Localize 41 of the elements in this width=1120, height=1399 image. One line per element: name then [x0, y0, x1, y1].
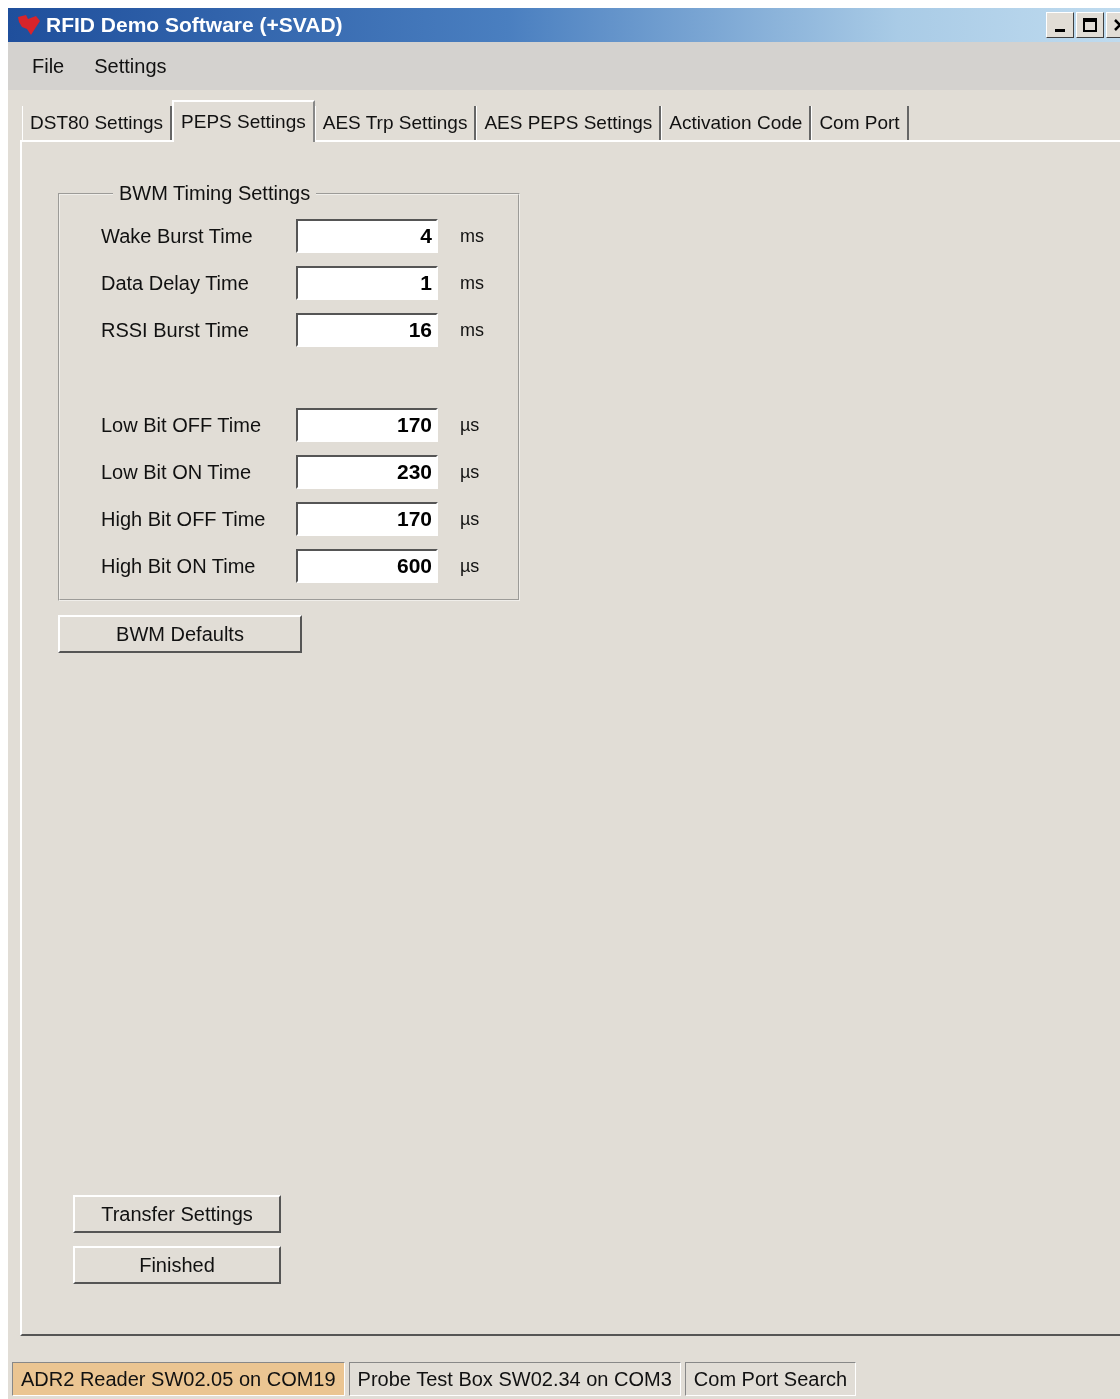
minimize-button[interactable] — [1046, 12, 1074, 38]
menu-item[interactable]: Settings — [86, 54, 175, 78]
unit-label: ms — [460, 225, 484, 247]
tab[interactable]: Com Port — [811, 106, 909, 140]
menu-item[interactable]: File — [24, 54, 73, 78]
unit-label: ms — [460, 272, 484, 294]
field-label: High Bit OFF Time — [101, 507, 267, 531]
unit-label: ms — [460, 319, 484, 341]
maximize-icon — [1083, 18, 1097, 32]
tab[interactable]: AES Trp Settings — [314, 106, 477, 140]
input-field[interactable]: 170 — [296, 502, 438, 536]
unit-label: µs — [460, 414, 480, 436]
defaults-button[interactable]: BWM Defaults — [58, 615, 302, 653]
group-title: BWM Timing Settings — [118, 182, 312, 205]
input-field[interactable]: 230 — [296, 455, 438, 489]
window-title: RFID Demo Software (+SVAD) — [46, 13, 344, 37]
field-label: Low Bit ON Time — [101, 460, 253, 484]
unit-label: µs — [460, 508, 480, 530]
action-button[interactable]: Transfer Settings — [73, 1195, 281, 1233]
field-label: RSSI Burst Time — [101, 318, 250, 342]
maximize-button[interactable] — [1076, 12, 1104, 38]
tab[interactable]: AES PEPS Settings — [476, 106, 662, 140]
input-field[interactable]: 600 — [296, 549, 438, 583]
input-field[interactable]: 4 — [296, 219, 438, 253]
unit-label: µs — [460, 461, 480, 483]
field-label: High Bit ON Time — [101, 554, 257, 578]
field-label: Data Delay Time — [101, 271, 250, 295]
status-panel[interactable]: Com Port Search — [684, 1362, 857, 1396]
status-panel[interactable]: ADR2 Reader SW02.05 on COM19 — [12, 1362, 345, 1396]
input-field[interactable]: 16 — [296, 313, 438, 347]
unit-label: µs — [460, 555, 480, 577]
status-panel[interactable]: Probe Test Box SW02.34 on COM3 — [348, 1362, 681, 1396]
minimize-icon — [1055, 28, 1065, 32]
input-field[interactable]: 1 — [296, 266, 438, 300]
action-button[interactable]: Finished — [73, 1246, 281, 1284]
logo-icon — [16, 13, 42, 37]
input-field[interactable]: 170 — [296, 408, 438, 442]
tab[interactable]: PEPS Settings — [172, 100, 315, 142]
field-label: Low Bit OFF Time — [101, 413, 263, 437]
field-label: Wake Burst Time — [101, 224, 254, 248]
tab[interactable]: Activation Code — [661, 106, 812, 140]
